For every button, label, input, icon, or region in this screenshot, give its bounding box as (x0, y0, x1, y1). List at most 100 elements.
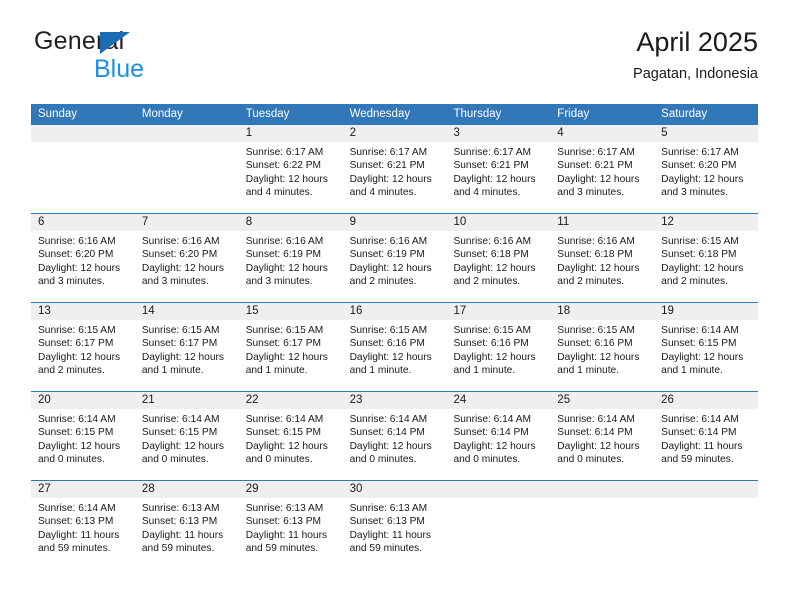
weekday-header-tuesday: Tuesday (245, 108, 290, 120)
weekday-header-row: Sunday Monday Tuesday Wednesday Thursday… (31, 104, 758, 125)
day-sun-info: Sunrise: 6:16 AM Sunset: 6:20 PM Daylight:… (31, 231, 135, 288)
calendar-day-cell[interactable]: 27 Sunrise: 6:14 AM Sunset: 6:13 PM Dayligh… (31, 481, 135, 569)
sunrise-text: Sunrise: 6:17 AM (245, 147, 324, 158)
day-number: 27 (31, 481, 135, 498)
day-sun-info: Sunrise: 6:15 AM Sunset: 6:16 PM Daylight:… (550, 320, 654, 377)
calendar-day-cell[interactable]: 17 Sunrise: 6:15 AM Sunset: 6:16 PM Dayligh… (446, 303, 551, 391)
calendar-day-cell[interactable]: 7 Sunrise: 6:16 AM Sunset: 6:20 PM Daylight… (134, 214, 239, 302)
day-number: 7 (134, 214, 239, 231)
calendar-day-cell-empty (134, 125, 239, 213)
day-sun-info: Sunrise: 6:16 AM Sunset: 6:18 PM Daylight:… (446, 231, 550, 288)
calendar-day-cell[interactable]: 1 Sunrise: 6:17 AM Sunset: 6:22 PM Daylight… (238, 125, 343, 213)
day-sun-info: Sunrise: 6:16 AM Sunset: 6:18 PM Daylight:… (550, 231, 654, 288)
sunrise-text: Sunrise: 6:14 AM (453, 414, 532, 425)
calendar-day-cell[interactable]: 26 Sunrise: 6:14 AM Sunset: 6:14 PM Dayligh… (654, 392, 759, 480)
sunset-text: Sunset: 6:19 PM (349, 249, 425, 261)
calendar-day-cell[interactable]: 29 Sunrise: 6:13 AM Sunset: 6:13 PM Dayligh… (238, 481, 343, 569)
sunrise-text: Sunrise: 6:14 AM (38, 414, 116, 425)
day-sun-info: Sunrise: 6:15 AM Sunset: 6:16 PM Daylight:… (446, 320, 550, 377)
daylight-text-line2: and 0 minutes. (453, 453, 521, 465)
daylight-text-line1: Daylight: 12 hours (245, 351, 328, 363)
sunrise-text: Sunrise: 6:16 AM (38, 236, 116, 247)
sunrise-text: Sunrise: 6:14 AM (349, 414, 428, 425)
sunset-text: Sunset: 6:21 PM (349, 160, 425, 172)
daylight-text-line2: and 59 minutes. (661, 453, 734, 465)
sunset-text: Sunset: 6:17 PM (141, 338, 218, 350)
sunrise-text: Sunrise: 6:13 AM (245, 503, 324, 514)
sunrise-text: Sunrise: 6:16 AM (141, 236, 220, 247)
calendar-day-cell[interactable]: 15 Sunrise: 6:15 AM Sunset: 6:17 PM Dayligh… (238, 303, 343, 391)
day-number: 15 (238, 303, 343, 320)
sunrise-text: Sunrise: 6:15 AM (141, 325, 220, 336)
sunrise-text: Sunrise: 6:17 AM (453, 147, 532, 158)
sunset-text: Sunset: 6:14 PM (453, 427, 529, 439)
sunrise-text: Sunrise: 6:15 AM (349, 325, 428, 336)
calendar-day-cell[interactable]: 23 Sunrise: 6:14 AM Sunset: 6:14 PM Dayligh… (342, 392, 447, 480)
calendar-day-cell[interactable]: 10 Sunrise: 6:16 AM Sunset: 6:18 PM Dayligh… (446, 214, 551, 302)
calendar-day-cell[interactable]: 8 Sunrise: 6:16 AM Sunset: 6:19 PM Daylight… (238, 214, 343, 302)
day-sun-info: Sunrise: 6:14 AM Sunset: 6:15 PM Daylight:… (31, 409, 135, 466)
calendar-day-cell[interactable]: 14 Sunrise: 6:15 AM Sunset: 6:17 PM Dayligh… (134, 303, 239, 391)
calendar-day-cell[interactable]: 5 Sunrise: 6:17 AM Sunset: 6:20 PM Daylight… (654, 125, 759, 213)
sunrise-text: Sunrise: 6:13 AM (349, 503, 428, 514)
calendar-day-cell[interactable]: 13 Sunrise: 6:15 AM Sunset: 6:17 PM Dayligh… (31, 303, 135, 391)
weekday-header-friday: Friday (557, 108, 590, 120)
calendar-day-cell[interactable]: 20 Sunrise: 6:14 AM Sunset: 6:15 PM Dayligh… (31, 392, 135, 480)
daylight-text-line1: Daylight: 11 hours (38, 529, 120, 541)
daylight-text-line1: Daylight: 12 hours (453, 262, 536, 274)
day-number: 16 (342, 303, 447, 320)
daylight-text-line1: Daylight: 12 hours (661, 173, 744, 185)
calendar-day-cell[interactable]: 2 Sunrise: 6:17 AM Sunset: 6:21 PM Daylight… (342, 125, 447, 213)
sunrise-text: Sunrise: 6:15 AM (245, 325, 324, 336)
brand-logo[interactable]: General Blue (34, 26, 254, 88)
calendar-day-cell[interactable]: 19 Sunrise: 6:14 AM Sunset: 6:15 PM Dayligh… (654, 303, 759, 391)
daylight-text-line2: and 2 minutes. (349, 275, 417, 287)
calendar-day-cell[interactable]: 18 Sunrise: 6:15 AM Sunset: 6:16 PM Dayligh… (550, 303, 655, 391)
calendar-day-cell[interactable]: 4 Sunrise: 6:17 AM Sunset: 6:21 PM Daylight… (550, 125, 655, 213)
sunrise-text: Sunrise: 6:13 AM (141, 503, 220, 514)
day-sun-info: Sunrise: 6:14 AM Sunset: 6:13 PM Daylight:… (31, 498, 135, 555)
day-number: 8 (238, 214, 343, 231)
calendar-day-cell[interactable]: 28 Sunrise: 6:13 AM Sunset: 6:13 PM Dayligh… (134, 481, 239, 569)
sunset-text: Sunset: 6:19 PM (245, 249, 322, 261)
daylight-text-line2: and 2 minutes. (557, 275, 625, 287)
daylight-text-line1: Daylight: 12 hours (349, 173, 432, 185)
calendar-day-cell[interactable]: 9 Sunrise: 6:16 AM Sunset: 6:19 PM Daylight… (342, 214, 447, 302)
day-number (654, 481, 759, 498)
calendar-day-cell[interactable]: 21 Sunrise: 6:14 AM Sunset: 6:15 PM Dayligh… (134, 392, 239, 480)
calendar-day-cell[interactable]: 3 Sunrise: 6:17 AM Sunset: 6:21 PM Daylight… (446, 125, 551, 213)
brand-name-blue: Blue (94, 55, 145, 83)
daylight-text-line1: Daylight: 12 hours (349, 440, 432, 452)
daylight-text-line1: Daylight: 12 hours (349, 262, 432, 274)
weekday-header-monday: Monday (141, 108, 183, 120)
calendar-day-cell[interactable]: 30 Sunrise: 6:13 AM Sunset: 6:13 PM Dayligh… (342, 481, 447, 569)
calendar-day-cell[interactable]: 6 Sunrise: 6:16 AM Sunset: 6:20 PM Daylight… (31, 214, 135, 302)
daylight-text-line2: and 59 minutes. (349, 542, 423, 554)
calendar-day-cell[interactable]: 22 Sunrise: 6:14 AM Sunset: 6:15 PM Dayligh… (238, 392, 343, 480)
sunset-text: Sunset: 6:18 PM (557, 249, 633, 261)
calendar-day-cell[interactable]: 25 Sunrise: 6:14 AM Sunset: 6:14 PM Dayligh… (550, 392, 655, 480)
sunset-text: Sunset: 6:13 PM (349, 516, 425, 528)
daylight-text-line1: Daylight: 12 hours (141, 351, 224, 363)
day-sun-info: Sunrise: 6:17 AM Sunset: 6:20 PM Daylight:… (654, 142, 758, 199)
day-number: 26 (654, 392, 759, 409)
calendar-day-cell[interactable]: 24 Sunrise: 6:14 AM Sunset: 6:14 PM Dayligh… (446, 392, 551, 480)
calendar-day-cell[interactable]: 16 Sunrise: 6:15 AM Sunset: 6:16 PM Dayligh… (342, 303, 447, 391)
day-sun-info: Sunrise: 6:15 AM Sunset: 6:17 PM Daylight:… (135, 320, 239, 377)
weekday-header-thursday: Thursday (453, 108, 502, 120)
calendar-day-cell[interactable]: 12 Sunrise: 6:15 AM Sunset: 6:18 PM Dayligh… (654, 214, 759, 302)
sunrise-text: Sunrise: 6:15 AM (661, 236, 739, 247)
daylight-text-line1: Daylight: 12 hours (349, 351, 432, 363)
sunset-text: Sunset: 6:13 PM (245, 516, 322, 528)
sunset-text: Sunset: 6:16 PM (557, 338, 633, 350)
daylight-text-line1: Daylight: 12 hours (661, 262, 744, 274)
day-number: 30 (342, 481, 447, 498)
day-number: 6 (31, 214, 135, 231)
daylight-text-line1: Daylight: 12 hours (245, 173, 328, 185)
calendar-day-cell[interactable]: 11 Sunrise: 6:16 AM Sunset: 6:18 PM Dayligh… (550, 214, 655, 302)
sunrise-text: Sunrise: 6:15 AM (38, 325, 116, 336)
calendar-day-cell-empty (550, 481, 655, 569)
day-number: 11 (550, 214, 655, 231)
daylight-text-line2: and 4 minutes. (349, 186, 417, 198)
day-sun-info: Sunrise: 6:16 AM Sunset: 6:19 PM Daylight:… (343, 231, 447, 288)
